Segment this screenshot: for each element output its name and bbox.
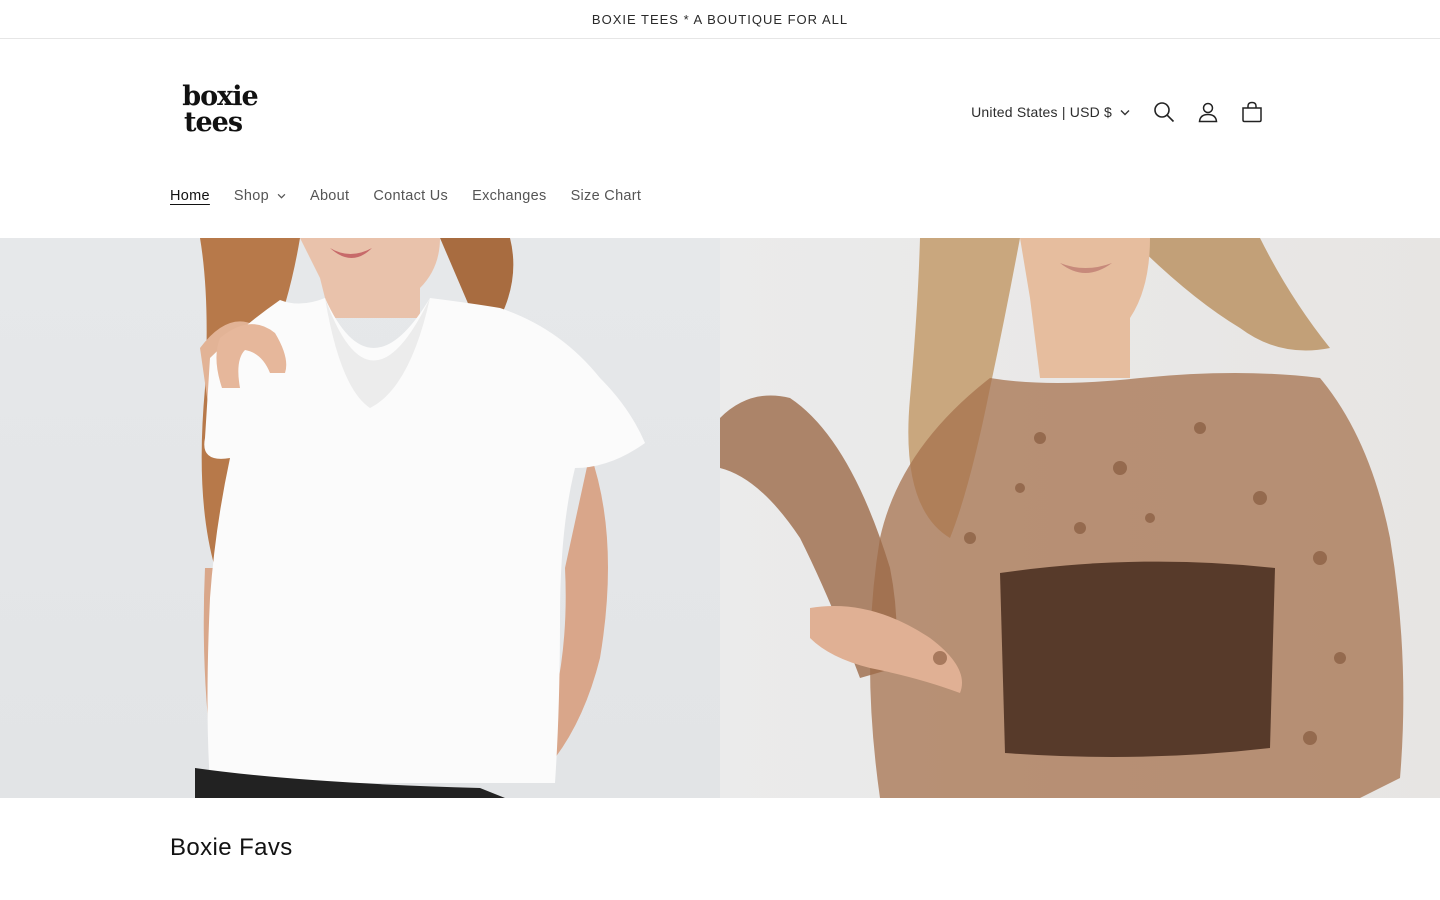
white-v-neck-tee-image[interactable] [0, 238, 720, 798]
chevron-down-icon [277, 193, 286, 199]
white-tee-illustration [195, 238, 645, 798]
nav-item-contact-us[interactable]: Contact Us [361, 182, 460, 210]
announcement-bar: BOXIE TEES * A BOUTIQUE FOR ALL [0, 0, 1440, 39]
store-logo[interactable]: boxie tees [170, 83, 270, 146]
nav-item-size-chart[interactable]: Size Chart [559, 182, 654, 210]
nav-item-label: Size Chart [570, 188, 642, 204]
lace-top-illustration [720, 238, 1404, 798]
logo-line-2: tees [183, 107, 243, 138]
chevron-down-icon [1120, 109, 1130, 115]
search-button[interactable] [1142, 90, 1186, 134]
hero-banner [0, 238, 1440, 798]
nav-item-label: About [309, 188, 350, 204]
account-button[interactable] [1186, 90, 1230, 134]
header-actions: United States | USD $ [971, 92, 1274, 132]
section-title: Boxie Favs [170, 834, 293, 861]
account-icon [1198, 102, 1218, 123]
main-navigation: Home Shop About Contact Us Exchanges Siz… [158, 180, 653, 212]
nav-item-label: Exchanges [472, 188, 547, 204]
nav-item-about[interactable]: About [298, 182, 361, 210]
nav-item-label: Contact Us [373, 188, 449, 204]
announcement-text: BOXIE TEES * A BOUTIQUE FOR ALL [591, 11, 849, 27]
nav-item-exchanges[interactable]: Exchanges [460, 182, 558, 210]
nav-item-label: Shop [233, 188, 269, 204]
nav-item-shop[interactable]: Shop [222, 182, 298, 210]
nav-item-home[interactable]: Home [158, 182, 222, 210]
search-icon [1154, 102, 1175, 123]
country-currency-selector[interactable]: United States | USD $ [971, 92, 1142, 132]
nav-item-label: Home [170, 188, 210, 204]
cart-icon [1242, 101, 1262, 123]
cart-button[interactable] [1230, 90, 1274, 134]
brown-lace-top-image[interactable] [720, 238, 1440, 798]
country-label: United States | USD $ [971, 104, 1112, 120]
